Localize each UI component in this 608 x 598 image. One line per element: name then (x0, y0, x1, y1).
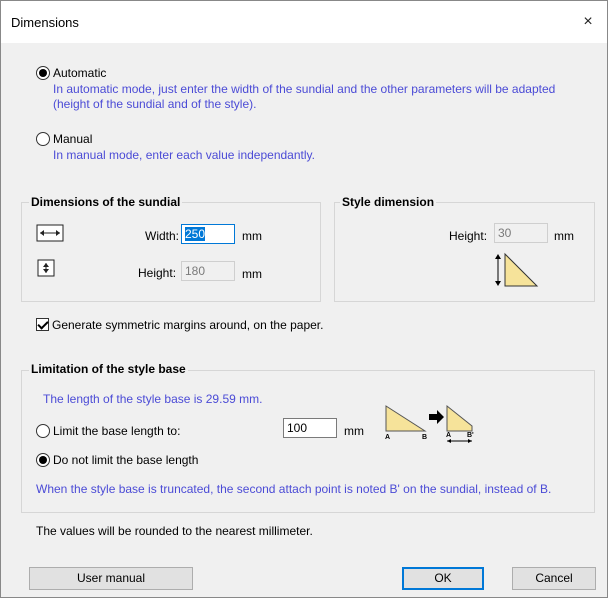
automatic-description: In automatic mode, just enter the width … (53, 82, 556, 111)
sundial-width-unit: mm (242, 229, 262, 243)
width-icon (35, 223, 65, 246)
style-height-unit: mm (554, 229, 574, 243)
style-base-length-info: The length of the style base is 29.59 mm… (43, 392, 263, 406)
limit-base-radio[interactable] (36, 424, 50, 438)
no-limit-radio[interactable] (36, 453, 50, 467)
dimensions-dialog: Dimensions × Automatic In automatic mode… (0, 0, 608, 598)
symmetric-margins-checkbox[interactable] (36, 318, 49, 331)
limitation-group-title: Limitation of the style base (29, 362, 188, 376)
sundial-height-input: 180 (181, 261, 235, 281)
title-bar: Dimensions × (1, 1, 607, 43)
style-height-label: Height: (449, 229, 488, 243)
close-icon: × (583, 13, 593, 30)
sundial-width-input[interactable]: 250 (181, 224, 235, 244)
manual-description: In manual mode, enter each value indepen… (53, 148, 315, 162)
height-icon (35, 258, 59, 281)
truncation-note: When the style base is truncated, the se… (36, 482, 552, 496)
sundial-group-title: Dimensions of the sundial (29, 195, 183, 209)
diagram-label-b1: B (422, 434, 428, 441)
symmetric-margins-label[interactable]: Generate symmetric margins around, on th… (52, 318, 323, 332)
sundial-height-label: Height: (138, 266, 177, 280)
sundial-width-label: Width: (145, 229, 180, 243)
cancel-button[interactable]: Cancel (512, 567, 596, 590)
diagram-label-a1: A (385, 434, 391, 441)
limit-base-input[interactable]: 100 (283, 418, 337, 438)
close-button[interactable]: × (573, 7, 603, 37)
style-height-input: 30 (494, 223, 548, 243)
sundial-height-unit: mm (242, 267, 262, 281)
limit-base-unit: mm (344, 424, 364, 438)
style-dimension-group (334, 202, 595, 302)
style-triangle-icon (493, 251, 541, 292)
rounding-note: The values will be rounded to the neares… (36, 524, 313, 538)
automatic-radio[interactable] (36, 66, 50, 80)
sundial-dimensions-group (21, 202, 321, 302)
diagram-label-b2: B' (467, 432, 474, 439)
automatic-label[interactable]: Automatic (53, 66, 106, 80)
manual-radio[interactable] (36, 132, 50, 146)
no-limit-label[interactable]: Do not limit the base length (53, 453, 198, 467)
ok-button[interactable]: OK (402, 567, 484, 590)
style-group-title: Style dimension (340, 195, 437, 209)
manual-label[interactable]: Manual (53, 132, 92, 146)
limit-base-label[interactable]: Limit the base length to: (53, 424, 180, 438)
window-title: Dimensions (11, 15, 79, 30)
diagram-label-a2: A (446, 432, 452, 439)
base-truncation-diagram: A B A B' (383, 403, 483, 452)
user-manual-button[interactable]: User manual (29, 567, 193, 590)
